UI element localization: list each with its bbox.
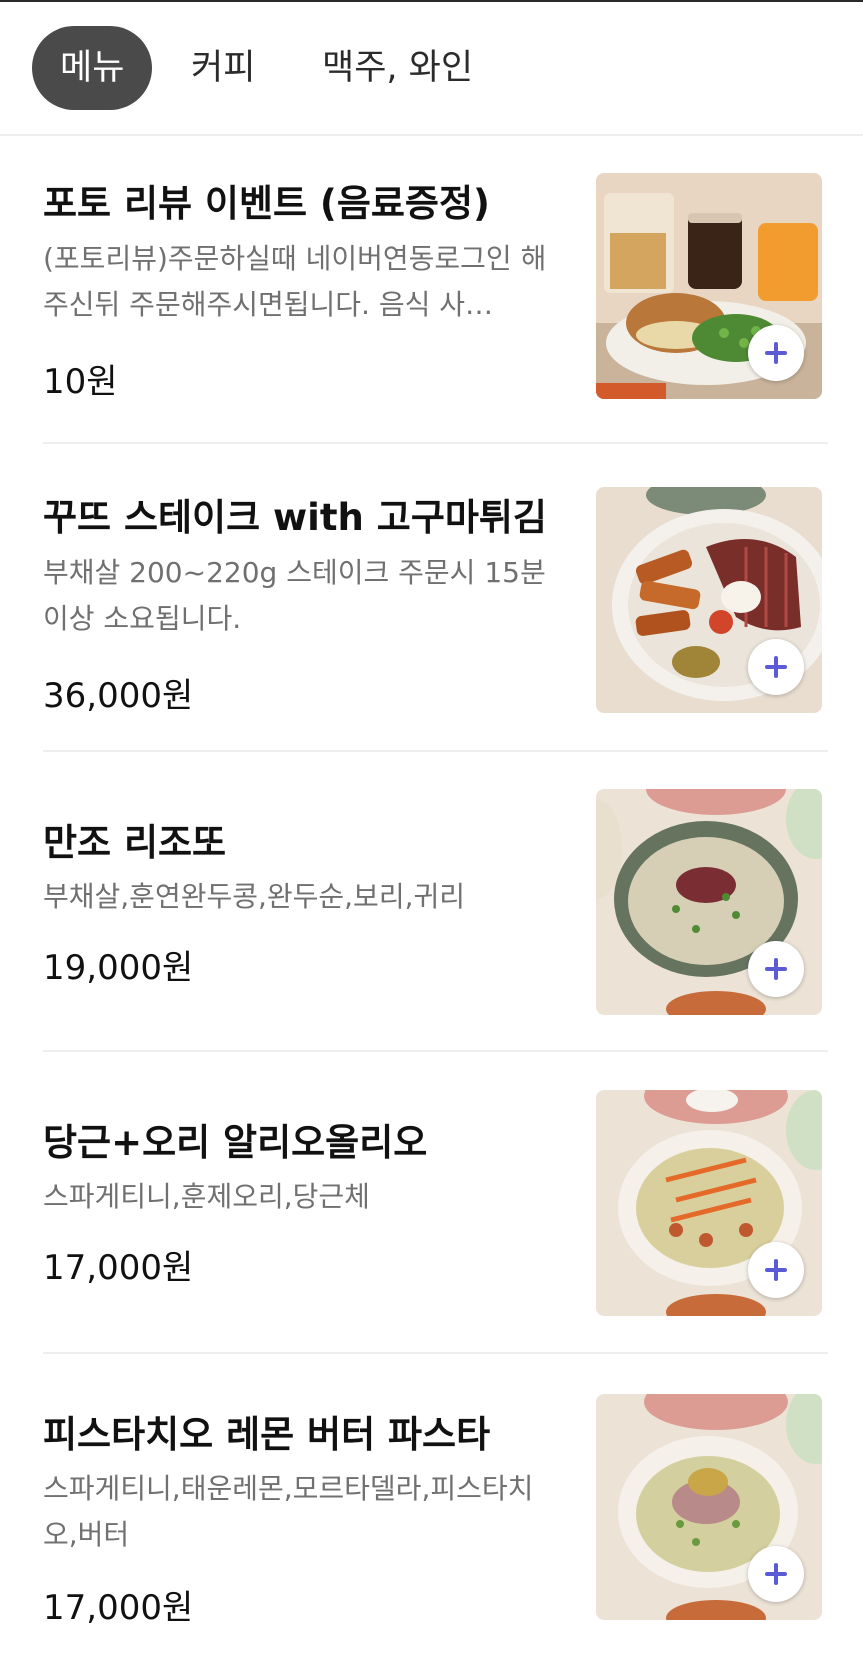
plus-icon-vertical xyxy=(774,958,778,980)
menu-item-description: 스파게티니,태운레몬,모르타델라,피스타치오,버터 xyxy=(43,1472,534,1551)
tab-coffee[interactable]: 커피 xyxy=(191,26,255,110)
category-tab-bar: 메뉴 커피 맥주, 와인 xyxy=(0,2,863,136)
add-to-cart-button[interactable] xyxy=(748,1242,804,1298)
plus-icon-vertical xyxy=(774,1259,778,1281)
add-to-cart-button[interactable] xyxy=(748,639,804,695)
menu-item-pistachio-pasta[interactable]: 피스타치오 레몬 버터 파스타 스파게티니,태운레몬,모르타델라,피스타치오,버… xyxy=(0,1354,863,1663)
menu-item-price: 17,000원 xyxy=(43,1588,194,1628)
menu-item-image[interactable] xyxy=(596,1090,822,1316)
add-to-cart-button[interactable] xyxy=(748,325,804,381)
menu-item-image[interactable] xyxy=(596,487,822,713)
menu-item-name: 피스타치오 레몬 버터 파스타 xyxy=(43,1413,491,1456)
plus-icon-vertical xyxy=(774,1563,778,1585)
menu-item-name: 포토 리뷰 이벤트 (음료증정) xyxy=(43,182,490,225)
menu-item-duck-aglio-olio[interactable]: 당근+오리 알리오올리오 스파게티니,훈제오리,당근체 17,000원 xyxy=(0,1052,863,1352)
menu-item-price: 36,000원 xyxy=(43,676,194,716)
menu-item-description: 부채살 200~220g 스테이크 주문시 15분 이상 소요됩니다. xyxy=(43,556,546,635)
menu-item-description: (포토리뷰)주문하실때 네이버연동로그인 해주신뒤 주문해주시면됩니다. 음식 … xyxy=(43,242,547,321)
menu-item-name: 꾸뜨 스테이크 with 고구마튀김 xyxy=(43,496,547,539)
menu-item-risotto[interactable]: 만조 리조또 부채살,훈연완두콩,완두순,보리,귀리 19,000원 xyxy=(0,752,863,1050)
menu-item-name: 만조 리조또 xyxy=(43,821,227,864)
menu-item-description: 부채살,훈연완두콩,완두순,보리,귀리 xyxy=(43,880,466,913)
tab-menu[interactable]: 메뉴 xyxy=(32,26,153,110)
menu-item-photo-review-event[interactable]: 포토 리뷰 이벤트 (음료증정) (포토리뷰)주문하실때 네이버연동로그인 해주… xyxy=(0,136,863,442)
menu-item-image[interactable] xyxy=(596,1394,822,1620)
menu-item-image[interactable] xyxy=(596,173,822,399)
add-to-cart-button[interactable] xyxy=(748,1546,804,1602)
menu-item-image[interactable] xyxy=(596,789,822,1015)
menu-item-description: 스파게티니,훈제오리,당근체 xyxy=(43,1180,370,1213)
plus-icon-vertical xyxy=(774,342,778,364)
menu-item-price: 19,000원 xyxy=(43,948,194,988)
plus-icon-vertical xyxy=(774,656,778,678)
menu-item-price: 10원 xyxy=(43,362,118,402)
tab-beer-wine[interactable]: 맥주, 와인 xyxy=(322,26,473,110)
menu-item-steak[interactable]: 꾸뜨 스테이크 with 고구마튀김 부채살 200~220g 스테이크 주문시… xyxy=(0,444,863,750)
menu-item-price: 17,000원 xyxy=(43,1248,194,1288)
add-to-cart-button[interactable] xyxy=(748,941,804,997)
menu-item-name: 당근+오리 알리오올리오 xyxy=(43,1121,428,1164)
